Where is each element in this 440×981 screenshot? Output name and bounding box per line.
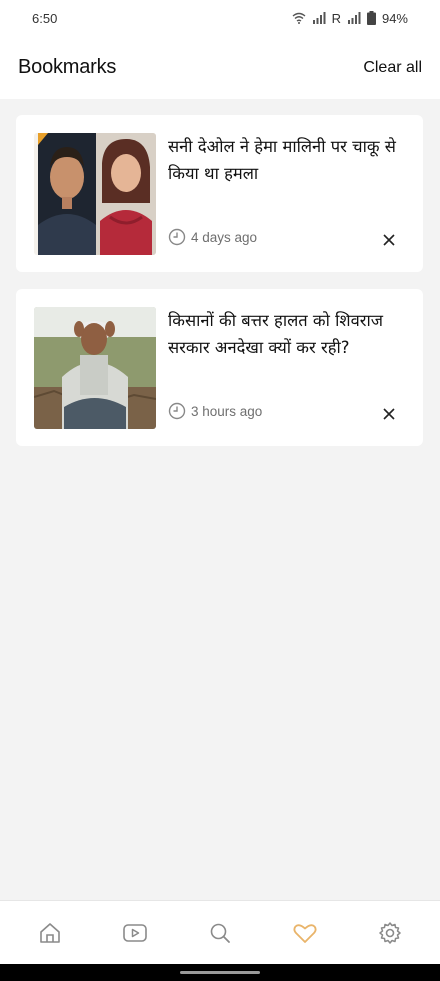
article-time: 3 hours ago: [191, 403, 263, 419]
nav-search[interactable]: [198, 911, 242, 955]
bookmark-card[interactable]: किसानों की बत्तर हालत को शिवराज सरकार अन…: [16, 289, 423, 446]
home-gesture-pill[interactable]: [180, 971, 260, 974]
bookmark-card[interactable]: सनी देओल ने हेमा मालिनी पर चाकू से किया …: [16, 115, 423, 272]
article-thumbnail: [34, 133, 156, 255]
remove-bookmark-button[interactable]: [379, 404, 399, 424]
wifi-icon: [292, 12, 306, 24]
status-icons: R 94%: [292, 11, 408, 26]
status-bar: 6:50 R 94%: [0, 0, 440, 36]
clock-icon: [168, 228, 186, 246]
home-icon: [40, 922, 61, 943]
video-icon: [123, 923, 147, 942]
article-title[interactable]: किसानों की बत्तर हालत को शिवराज सरकार अन…: [168, 307, 408, 361]
battery-percent: 94%: [381, 10, 408, 26]
bookmark-list: सनी देओल ने हेमा मालिनी पर चाकू से किया …: [16, 115, 423, 463]
gear-icon: [378, 921, 401, 944]
gesture-bar: [0, 964, 440, 981]
article-meta: 3 hours ago: [168, 402, 262, 420]
page-title: Bookmarks: [18, 56, 117, 78]
battery-icon: [366, 11, 376, 25]
app-bar: Bookmarks Clear all: [0, 36, 440, 99]
nav-bookmarks[interactable]: [283, 911, 327, 955]
status-time: 6:50: [32, 10, 58, 26]
article-meta: 4 days ago: [168, 228, 257, 246]
article-time: 4 days ago: [191, 229, 258, 245]
clear-all-button[interactable]: Clear all: [363, 59, 422, 77]
close-icon: [383, 234, 395, 246]
bottom-nav: [0, 900, 440, 964]
close-icon: [383, 408, 395, 420]
heart-icon: [293, 923, 317, 943]
search-icon: [210, 923, 230, 943]
carrier-label: R: [331, 10, 341, 26]
nav-videos[interactable]: [113, 911, 157, 955]
article-thumbnail: [34, 307, 156, 429]
remove-bookmark-button[interactable]: [379, 230, 399, 250]
nav-home[interactable]: [28, 911, 72, 955]
signal-icon: [347, 12, 361, 24]
clock-icon: [168, 402, 186, 420]
article-title[interactable]: सनी देओल ने हेमा मालिनी पर चाकू से किया …: [168, 133, 408, 187]
signal-icon: [312, 12, 326, 24]
nav-settings[interactable]: [368, 911, 412, 955]
